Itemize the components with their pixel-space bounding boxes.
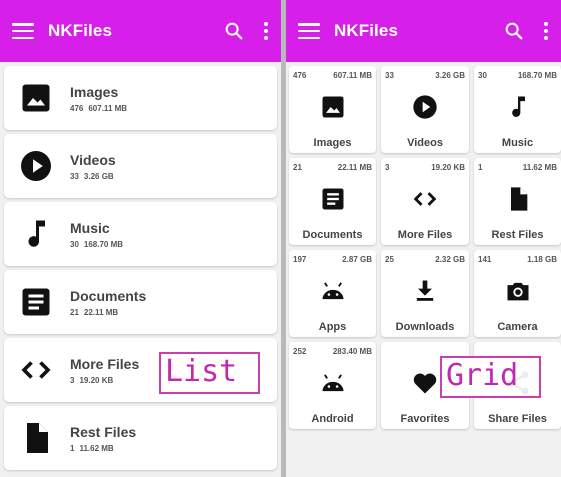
item-count: 21 [293, 163, 302, 172]
item-size: 3.26 GB [435, 71, 465, 80]
app-title: NKFiles [48, 21, 112, 40]
item-size: 1.18 GB [527, 255, 557, 264]
item-size: 2.32 GB [435, 255, 465, 264]
file-icon [474, 185, 561, 213]
item-size: 22.11 MB [337, 163, 372, 172]
list-item-videos[interactable]: Videos 33 3.26 GB [4, 134, 277, 198]
item-count: 1 [478, 163, 483, 172]
grid-item-name: Share Files [488, 413, 547, 425]
list-item-name: Videos [70, 151, 116, 168]
grid-item-name: Images [313, 137, 352, 149]
music-note-icon [18, 216, 54, 252]
item-size: 11.62 MB [522, 163, 557, 172]
play-circle-icon [381, 93, 469, 121]
grid-item-apps[interactable]: 197 2.87 GB Apps [289, 250, 376, 337]
grid-item-name: Videos [407, 137, 443, 149]
item-count: 197 [293, 255, 307, 264]
android-icon [289, 277, 376, 305]
item-count: 30 [70, 239, 79, 249]
item-size: 607.11 MB [333, 71, 372, 80]
grid-item-name: Rest Files [491, 229, 544, 241]
grid-item-name: Camera [497, 321, 538, 333]
item-size: 19.20 KB [79, 375, 114, 385]
item-count: 30 [478, 71, 487, 80]
grid-item-name: Android [311, 413, 354, 425]
item-count: 25 [385, 255, 394, 264]
item-size: 22.11 MB [83, 307, 119, 317]
document-icon [18, 284, 54, 320]
grid-item-documents[interactable]: 21 22.11 MB Documents [289, 158, 376, 245]
list-item-name: Music [70, 219, 110, 236]
document-icon [289, 185, 376, 213]
item-size: 19.20 KB [431, 163, 465, 172]
grid-annotation-label: Grid [440, 356, 541, 398]
list-item-images[interactable]: Images 476 607.11 MB [4, 66, 277, 130]
image-icon [289, 93, 376, 121]
grid-item-name: More Files [397, 229, 453, 241]
code-icon [18, 352, 54, 388]
grid-view-screen: NKFiles 476 607.11 MB Images 33 3.26 GB … [286, 0, 561, 477]
list-item-name: More Files [70, 355, 140, 372]
item-size: 607.11 MB [88, 103, 128, 113]
item-count: 3 [70, 375, 75, 385]
grid-item-camera[interactable]: 141 1.18 GB Camera [474, 250, 561, 337]
app-bar: NKFiles [286, 0, 561, 62]
list-item-rest-files[interactable]: Rest Files 1 11.62 MB [4, 406, 277, 470]
grid-item-rest-files[interactable]: 1 11.62 MB Rest Files [474, 158, 561, 245]
item-size: 168.70 MB [517, 71, 557, 80]
more-options-icon[interactable] [543, 22, 549, 40]
grid-item-name: Downloads [395, 321, 455, 333]
item-count: 33 [385, 71, 394, 80]
list-item-documents[interactable]: Documents 21 22.11 MB [4, 270, 277, 334]
hamburger-menu-icon[interactable] [12, 23, 34, 39]
item-count: 33 [70, 171, 79, 181]
music-note-icon [474, 93, 561, 121]
list-item-music[interactable]: Music 30 168.70 MB [4, 202, 277, 266]
item-size: 3.26 GB [83, 171, 114, 181]
grid-item-name: Music [501, 137, 534, 149]
app-title: NKFiles [334, 21, 398, 40]
play-circle-icon [18, 148, 54, 184]
grid-item-music[interactable]: 30 168.70 MB Music [474, 66, 561, 153]
hamburger-menu-icon[interactable] [298, 23, 320, 39]
file-icon [18, 420, 54, 456]
image-icon [18, 80, 54, 116]
grid-item-videos[interactable]: 33 3.26 GB Videos [381, 66, 469, 153]
code-icon [381, 185, 469, 213]
list-view-screen: NKFiles Images 476 607.11 MB Videos 33 3.2… [0, 0, 281, 477]
category-list: Images 476 607.11 MB Videos 33 3.26 GB Mus… [0, 62, 281, 470]
list-annotation-label: List [159, 352, 260, 394]
grid-item-android[interactable]: 252 283.40 MB Android [289, 342, 376, 429]
grid-item-name: Favorites [400, 413, 450, 425]
item-size: 283.40 MB [332, 347, 372, 356]
android-icon [289, 369, 376, 397]
item-count: 1 [70, 443, 75, 453]
item-count: 252 [293, 347, 307, 356]
list-item-name: Rest Files [70, 423, 137, 440]
grid-item-downloads[interactable]: 25 2.32 GB Downloads [381, 250, 469, 337]
item-count: 21 [70, 307, 79, 317]
item-count: 3 [385, 163, 390, 172]
search-icon[interactable] [503, 20, 525, 42]
search-icon[interactable] [223, 20, 245, 42]
list-item-name: Images [70, 83, 119, 100]
grid-item-images[interactable]: 476 607.11 MB Images [289, 66, 376, 153]
item-size: 2.87 GB [342, 255, 372, 264]
list-item-name: Documents [70, 287, 147, 304]
download-icon [381, 277, 469, 305]
app-bar: NKFiles [0, 0, 281, 62]
camera-icon [474, 277, 561, 305]
grid-item-name: Apps [318, 321, 347, 333]
more-options-icon[interactable] [263, 22, 269, 40]
grid-item-name: Documents [302, 229, 363, 241]
item-count: 476 [293, 71, 307, 80]
item-size: 168.70 MB [83, 239, 124, 249]
grid-item-more-files[interactable]: 3 19.20 KB More Files [381, 158, 469, 245]
item-count: 141 [478, 255, 492, 264]
item-size: 11.62 MB [79, 443, 114, 453]
item-count: 476 [70, 103, 84, 113]
